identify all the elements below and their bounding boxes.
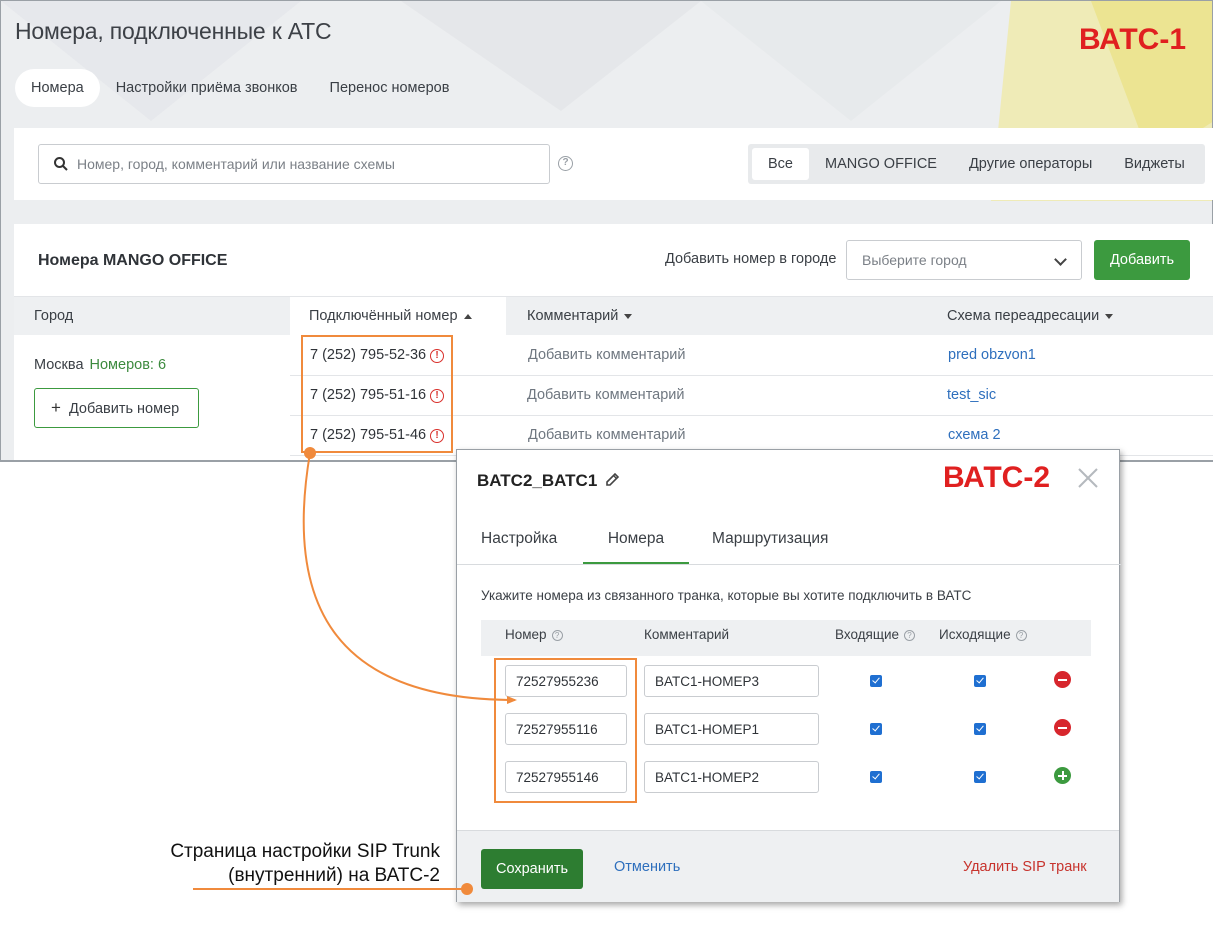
sort-desc-icon xyxy=(624,313,633,319)
city-cell: Москва Номеров: 6 xyxy=(34,357,166,373)
column-number: Номер? xyxy=(505,620,563,650)
numbers-table-header: Номер? Комментарий Входящие? Исходящие? xyxy=(481,620,1091,656)
search-card: ? Все MANGO OFFICE Другие операторы Видж… xyxy=(14,128,1213,200)
city-select-placeholder: Выберите город xyxy=(862,252,967,268)
city-select[interactable]: Выберите город xyxy=(846,240,1082,280)
modal-tabs: Настройка Номера Маршрутизация xyxy=(457,518,1121,565)
outgoing-checkbox[interactable] xyxy=(974,675,986,687)
composite-screenshot: Номера, подключенные к АТС ВАТС-1 Номера… xyxy=(0,0,1213,928)
vats2-label: ВАТС-2 xyxy=(943,461,1051,494)
sip-trunk-modal: BATC2_BATC1 ВАТС-2 Настройка Номера Марш… xyxy=(456,449,1121,902)
sort-asc-icon xyxy=(463,313,472,319)
close-icon[interactable] xyxy=(1077,467,1099,489)
tab-numbers[interactable]: Номера xyxy=(583,518,689,564)
column-scheme[interactable]: Схема переадресации xyxy=(947,297,1114,335)
incoming-checkbox[interactable] xyxy=(870,771,882,783)
annotation-caption: Страница настройки SIP Trunk (внутренний… xyxy=(130,840,440,888)
filter-widgets[interactable]: Виджеты xyxy=(1108,148,1201,180)
help-icon[interactable]: ? xyxy=(558,156,573,171)
add-row-icon[interactable] xyxy=(1054,767,1071,784)
scheme-link[interactable]: test_sic xyxy=(947,387,996,403)
main-tabs: Номера Настройки приёма звонков Перенос … xyxy=(15,69,465,107)
outgoing-checkbox[interactable] xyxy=(974,771,986,783)
incoming-checkbox[interactable] xyxy=(870,675,882,687)
section-title: Номера MANGO OFFICE xyxy=(38,252,228,269)
save-button[interactable]: Сохранить xyxy=(481,849,583,889)
outgoing-checkbox[interactable] xyxy=(974,723,986,735)
column-outgoing: Исходящие? xyxy=(939,620,1027,650)
numbers-description: Укажите номера из связанного транка, кот… xyxy=(481,588,972,603)
help-icon[interactable]: ? xyxy=(1015,629,1027,641)
comment-input[interactable] xyxy=(644,713,819,745)
add-number-label: Добавить номер xyxy=(68,401,180,417)
city-count[interactable]: Номеров: 6 xyxy=(90,357,167,373)
add-button[interactable]: Добавить xyxy=(1094,240,1190,280)
tab-number-transfer[interactable]: Перенос номеров xyxy=(314,69,466,107)
column-comment[interactable]: Комментарий xyxy=(527,297,633,335)
vats1-label: ВАТС-1 xyxy=(1079,23,1187,56)
plus-icon: + xyxy=(51,398,61,417)
tab-numbers[interactable]: Номера xyxy=(15,69,100,107)
page-title: Номера, подключенные к АТС xyxy=(15,18,332,44)
scheme-link[interactable]: pred obzvon1 xyxy=(948,347,1036,363)
filter-mango-office[interactable]: MANGO OFFICE xyxy=(809,148,953,180)
operator-filter: Все MANGO OFFICE Другие операторы Виджет… xyxy=(748,144,1205,184)
filter-all[interactable]: Все xyxy=(752,148,809,180)
add-number-button[interactable]: + Добавить номер xyxy=(34,388,199,428)
search-box xyxy=(38,144,550,184)
pencil-icon[interactable] xyxy=(604,471,622,489)
table-header: Город Подключённый номер Комментарий Схе… xyxy=(14,296,1213,335)
add-comment-link[interactable]: Добавить комментарий xyxy=(527,387,685,403)
highlight-box-vats1-numbers xyxy=(301,335,453,453)
column-city[interactable]: Город xyxy=(34,297,73,335)
tab-routing[interactable]: Маршрутизация xyxy=(712,518,837,564)
modal-title: BATC2_BATC1 xyxy=(477,471,598,490)
add-comment-link[interactable]: Добавить комментарий xyxy=(528,347,686,363)
city-name: Москва xyxy=(34,357,84,373)
comment-input[interactable] xyxy=(644,665,819,697)
scheme-link[interactable]: схема 2 xyxy=(948,427,1001,443)
cancel-button[interactable]: Отменить xyxy=(614,859,680,875)
modal-footer: Сохранить Отменить Удалить SIP транк xyxy=(457,830,1119,902)
add-city-label: Добавить номер в городе xyxy=(665,251,837,267)
help-icon[interactable]: ? xyxy=(551,629,563,641)
search-icon xyxy=(54,157,68,171)
remove-row-icon[interactable] xyxy=(1054,719,1071,736)
remove-row-icon[interactable] xyxy=(1054,671,1071,688)
caption-line-2: (внутренний) на ВАТС-2 xyxy=(228,865,440,886)
add-comment-link[interactable]: Добавить комментарий xyxy=(528,427,686,443)
column-comment: Комментарий xyxy=(644,627,730,642)
sort-desc-icon xyxy=(1105,313,1114,319)
caption-line-1: Страница настройки SIP Trunk xyxy=(170,841,440,862)
column-incoming: Входящие? xyxy=(835,620,916,650)
highlight-box-vats2-numbers xyxy=(494,658,637,803)
delete-sip-trunk-button[interactable]: Удалить SIP транк xyxy=(963,859,1087,875)
comment-input[interactable] xyxy=(644,761,819,793)
numbers-card: Номера MANGO OFFICE Добавить номер в гор… xyxy=(14,224,1213,464)
tab-settings[interactable]: Настройка xyxy=(481,518,561,564)
incoming-checkbox[interactable] xyxy=(870,723,882,735)
filter-other-operators[interactable]: Другие операторы xyxy=(953,148,1108,180)
column-number[interactable]: Подключённый номер xyxy=(290,297,506,335)
help-icon[interactable]: ? xyxy=(904,629,916,641)
tab-call-settings[interactable]: Настройки приёма звонков xyxy=(100,69,314,107)
search-input[interactable] xyxy=(77,156,517,172)
chevron-down-icon xyxy=(1054,253,1067,266)
